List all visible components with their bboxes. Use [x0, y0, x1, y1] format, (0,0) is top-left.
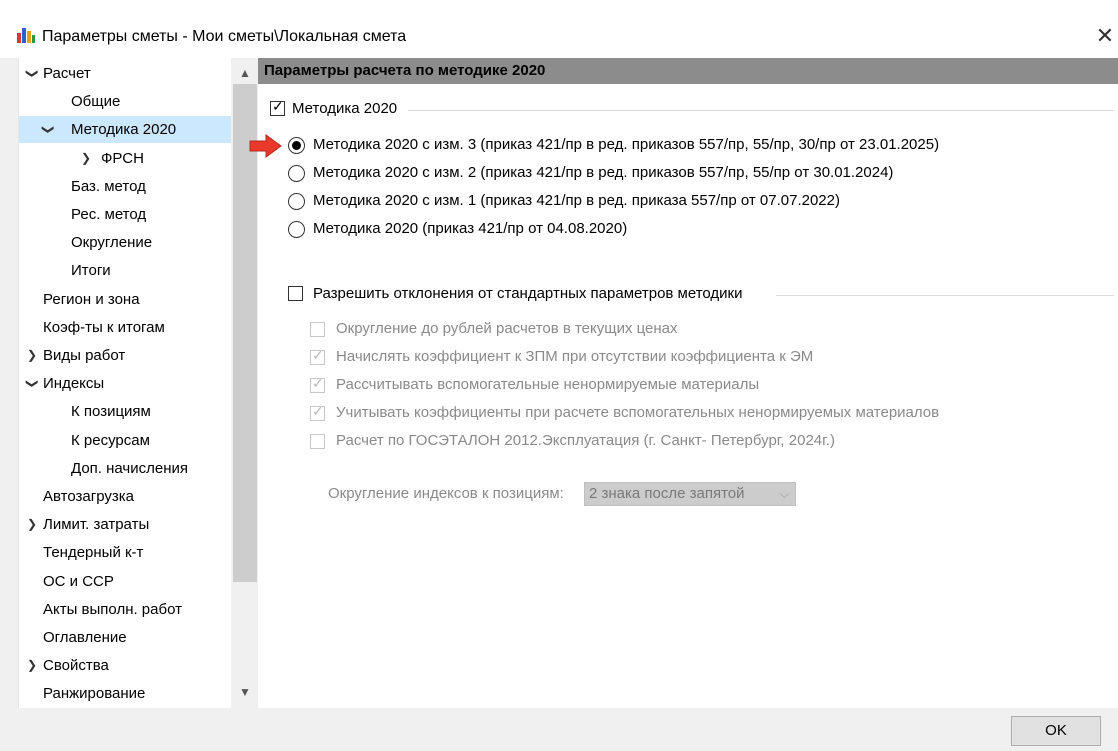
- methodology-radio[interactable]: [288, 193, 305, 210]
- methodology-radio[interactable]: [288, 221, 305, 238]
- tree-item[interactable]: ❯ Лимит. затраты: [19, 511, 231, 538]
- tree-item[interactable]: Оглавление: [19, 624, 231, 651]
- tree-item[interactable]: ❯ Расчет: [19, 60, 231, 87]
- tree-item-label: Доп. начисления: [71, 459, 188, 477]
- chevron-down-icon[interactable]: ❯: [35, 123, 62, 137]
- tree-item[interactable]: Ранжирование: [19, 680, 231, 707]
- methodology-radio[interactable]: [288, 165, 305, 182]
- chevron-down-icon[interactable]: ❯: [19, 377, 46, 391]
- option-label: Начислять коэффициент к ЗПМ при отсутств…: [336, 348, 814, 365]
- check-icon: ✓: [312, 403, 324, 419]
- tree-item[interactable]: Доп. начисления: [19, 455, 231, 482]
- allow-deviations-label: Разрешить отклонения от стандартных пара…: [313, 285, 743, 302]
- methodology-radio[interactable]: [288, 137, 305, 154]
- tree-item[interactable]: Округление: [19, 229, 231, 256]
- button-bar: OK: [0, 708, 1118, 751]
- option-label: Округление до рублей расчетов в текущих …: [336, 320, 678, 337]
- option-label: Расчет по ГОСЭТАЛОН 2012.Эксплуатация (г…: [336, 432, 835, 449]
- tree-item[interactable]: ❯ Индексы: [19, 370, 231, 397]
- chart-app-icon: [17, 28, 35, 43]
- settings-panel: Параметры расчета по методике 2020 ✓ Мет…: [249, 58, 1118, 708]
- tree-item[interactable]: Итоги: [19, 257, 231, 284]
- tree-item-label: Коэф-ты к итогам: [43, 318, 165, 336]
- tree-item-label: ОС и ССР: [43, 572, 114, 590]
- methodology-checkbox[interactable]: ✓: [270, 98, 285, 116]
- tree-item-label: Тендерный к-т: [43, 544, 144, 562]
- option-label: Учитывать коэффициенты при расчете вспом…: [336, 404, 940, 421]
- tree-item-label: Итоги: [71, 262, 111, 280]
- tree-item-label: Рес. метод: [71, 206, 147, 223]
- ok-button[interactable]: OK: [1011, 716, 1101, 746]
- tree-item[interactable]: Баз. метод: [19, 173, 231, 200]
- tree-item-label: Ранжирование: [43, 685, 146, 703]
- tree-item[interactable]: ❯ Свойства: [19, 652, 231, 679]
- window-title: Параметры сметы - Мои сметы\Локальная см…: [42, 28, 407, 45]
- tree-item-label: Акты выполн. работ: [43, 600, 182, 618]
- tree-item-label: К ресурсам: [71, 431, 150, 449]
- tree-item[interactable]: Акты выполн. работ: [19, 596, 231, 623]
- group-divider: [408, 110, 1114, 111]
- tree-item[interactable]: ❯ Методика 2020: [19, 116, 231, 144]
- tree-item[interactable]: К позициям: [19, 398, 231, 425]
- option-checkbox[interactable]: [310, 322, 325, 337]
- settings-tree: ▲ ▼ ❯ Расчет Общие ❯ Методика 2020 ❯ ФРСН Баз. …: [18, 58, 259, 708]
- tree-item-label: Автозагрузка: [43, 488, 134, 505]
- methodology-radio-label: Методика 2020 с изм. 2 (приказ 421/пр в …: [313, 164, 894, 181]
- tree-item[interactable]: Коэф-ты к итогам: [19, 314, 231, 341]
- tree-item-label: Методика 2020: [71, 121, 177, 139]
- tree-item[interactable]: ❯ ФРСН: [19, 145, 231, 172]
- rounding-label: Округление индексов к позициям:: [328, 485, 564, 502]
- methodology-radio-label: Методика 2020 (приказ 421/пр от 04.08.20…: [313, 220, 628, 237]
- radio-dot-icon: [292, 141, 301, 150]
- tree-item[interactable]: Рес. метод: [19, 201, 231, 228]
- option-checkbox[interactable]: ✓: [310, 347, 325, 365]
- pointer-arrow-icon: [249, 134, 282, 158]
- tree-item[interactable]: Автозагрузка: [19, 483, 231, 510]
- tree-item-label: Регион и зона: [43, 290, 140, 308]
- title-bar: Параметры сметы - Мои сметы\Локальная см…: [0, 0, 1118, 58]
- option-checkbox[interactable]: [310, 434, 325, 449]
- tree-item[interactable]: Общие: [19, 88, 231, 115]
- tree-item[interactable]: Регион и зона: [19, 286, 231, 313]
- allow-deviations-checkbox[interactable]: [288, 286, 303, 301]
- methodology-radio-label: Методика 2020 с изм. 1 (приказ 421/пр в …: [313, 192, 840, 209]
- option-checkbox[interactable]: ✓: [310, 403, 325, 421]
- option-label: Рассчитывать вспомогательные ненормируем…: [336, 376, 760, 393]
- chevron-down-icon[interactable]: ❯: [19, 67, 46, 81]
- tree-item[interactable]: ❯ Виды работ: [19, 342, 231, 369]
- tree-item-label: Расчет: [43, 65, 91, 82]
- chevron-down-icon: ⌵: [779, 487, 789, 501]
- check-icon: ✓: [312, 375, 324, 391]
- tree-item-label: Виды работ: [43, 347, 126, 364]
- methodology-label: Методика 2020: [292, 100, 398, 117]
- chevron-right-icon[interactable]: ❯: [25, 511, 39, 538]
- tree-item[interactable]: ОС и ССР: [19, 568, 231, 595]
- chevron-right-icon[interactable]: ❯: [25, 342, 39, 369]
- check-icon: ✓: [272, 98, 284, 114]
- tree-item-label: Округление: [71, 234, 153, 252]
- chevron-right-icon[interactable]: ❯: [79, 145, 93, 172]
- check-icon: ✓: [312, 347, 324, 363]
- methodology-radio-label: Методика 2020 с изм. 3 (приказ 421/пр в …: [313, 136, 940, 153]
- panel-header: Параметры расчета по методике 2020: [258, 58, 1118, 84]
- tree-item-label: Индексы: [43, 375, 105, 393]
- scroll-up-icon[interactable]: ▲: [231, 62, 259, 84]
- close-button[interactable]: ✕: [1092, 22, 1118, 50]
- tree-item-label: ФРСН: [101, 149, 144, 167]
- tree-item-label: К позициям: [71, 403, 151, 421]
- rounding-select-value: 2 знака после запятой: [589, 485, 745, 502]
- tree-item[interactable]: К ресурсам: [19, 427, 231, 454]
- tree-item-label: Лимит. затраты: [43, 516, 150, 534]
- group-divider: [776, 295, 1114, 296]
- rounding-select[interactable]: 2 знака после запятой ⌵: [584, 482, 796, 506]
- tree-item-label: Общие: [71, 93, 121, 111]
- tree-item-label: Свойства: [43, 657, 109, 675]
- option-checkbox[interactable]: ✓: [310, 375, 325, 393]
- tree-item-label: Оглавление: [43, 629, 127, 646]
- chevron-right-icon[interactable]: ❯: [25, 652, 39, 679]
- tree-item[interactable]: Тендерный к-т: [19, 539, 231, 566]
- scroll-down-icon[interactable]: ▼: [231, 681, 259, 703]
- tree-item-label: Баз. метод: [71, 177, 146, 195]
